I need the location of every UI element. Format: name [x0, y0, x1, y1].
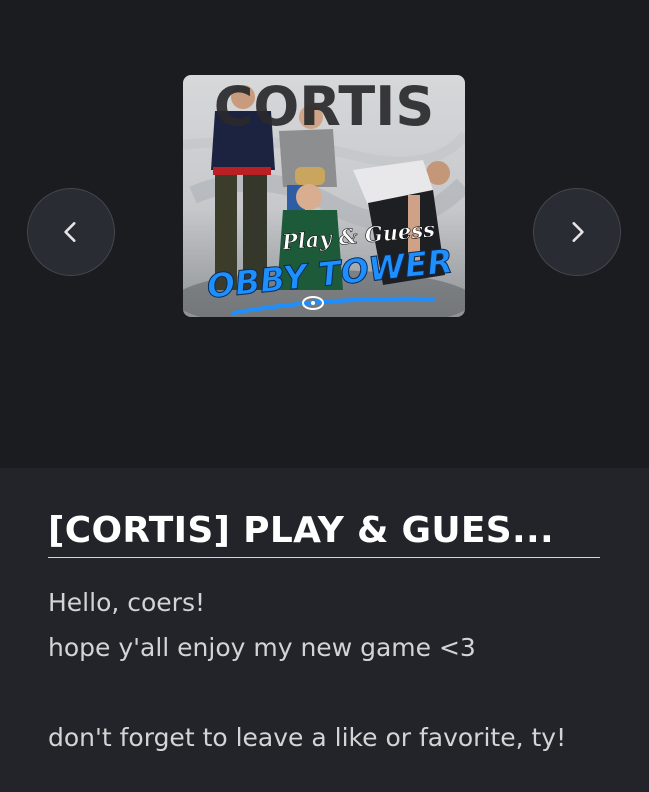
carousel-prev-button[interactable]	[27, 188, 115, 276]
media-carousel: CORTIS Play & Guess OBBY TOWER	[0, 0, 649, 468]
carousel-next-button[interactable]	[533, 188, 621, 276]
game-thumbnail[interactable]: CORTIS Play & Guess OBBY TOWER	[183, 75, 465, 317]
thumbnail-artwork: CORTIS Play & Guess OBBY TOWER	[183, 75, 465, 317]
chevron-left-icon	[64, 222, 76, 242]
thumbnail-brand-text: CORTIS	[214, 75, 435, 138]
description-line: Hello, coers!	[48, 588, 206, 617]
description-line	[48, 670, 628, 715]
game-info-panel: [CORTIS] PLAY & GUES... Hello, coers! ho…	[0, 468, 649, 792]
chevron-right-icon	[572, 222, 584, 242]
game-description: Hello, coers! hope y'all enjoy my new ga…	[48, 580, 628, 760]
game-title: [CORTIS] PLAY & GUES...	[48, 510, 600, 558]
description-line: hope y'all enjoy my new game <3	[48, 633, 476, 662]
game-details-page: CORTIS Play & Guess OBBY TOWER [CORTIS] …	[0, 0, 649, 792]
description-line: don't forget to leave a like or favorite…	[48, 723, 567, 752]
